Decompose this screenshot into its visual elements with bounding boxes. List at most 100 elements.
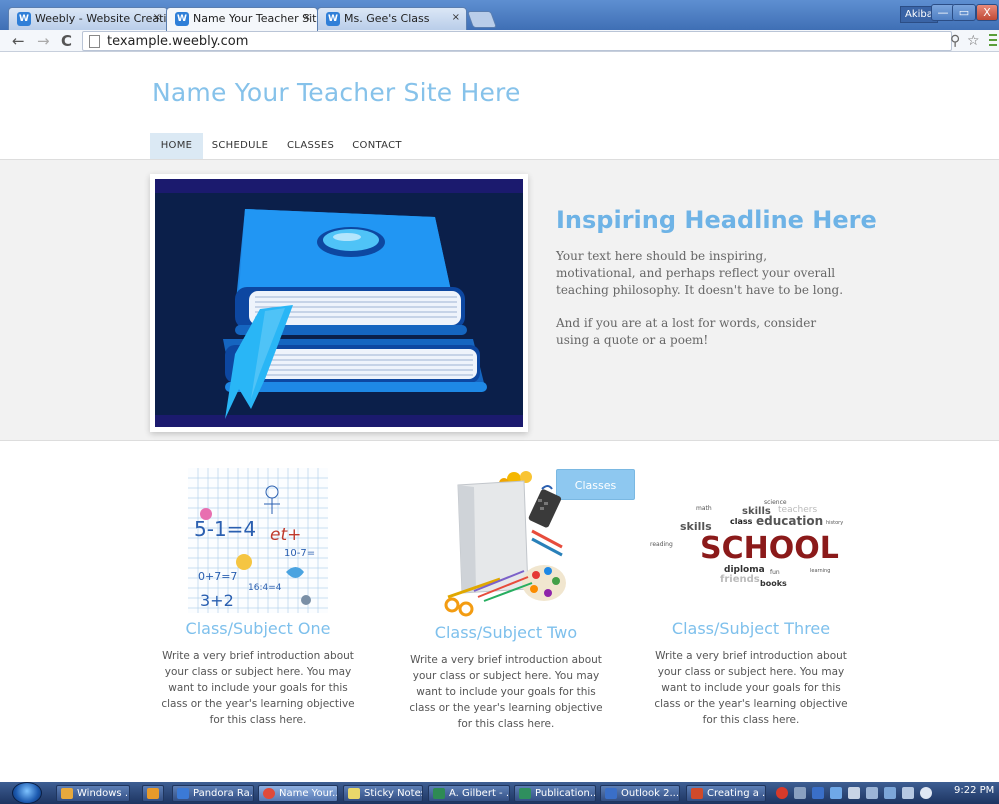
windows-taskbar: Windows ... Pandora Ra... Name Your... S… <box>0 782 999 804</box>
spreadsheet-icon <box>433 788 445 799</box>
outlook-icon <box>605 788 617 799</box>
browser-toolbar: ← → C texample.weebly.com ⚲ ☆ <box>0 30 999 52</box>
class-title[interactable]: Class/Subject One <box>143 619 373 638</box>
word-cloud-word: history <box>826 520 843 526</box>
tab-close-icon[interactable]: × <box>303 12 311 23</box>
math-text: 10-7= <box>284 548 315 559</box>
weebly-icon: W <box>326 12 340 26</box>
start-button[interactable] <box>12 782 42 804</box>
nav-schedule[interactable]: SCHEDULE <box>211 133 269 159</box>
weebly-icon: W <box>17 12 31 26</box>
reload-button[interactable]: C <box>61 32 72 50</box>
taskbar-label: Windows ... <box>77 788 130 799</box>
tab-weebly[interactable]: W Weebly - Website Creatio × <box>8 7 168 30</box>
tray-printer-icon[interactable] <box>866 787 878 799</box>
tab-label: Name Your Teacher Site H <box>193 12 317 25</box>
page-viewport: Name Your Teacher Site Here HOME SCHEDUL… <box>0 53 999 782</box>
ie-icon <box>177 788 189 799</box>
class-column-two: Class/Subject Two Write a very brief int… <box>391 471 621 732</box>
banner-paragraph: And if you are at a lost for words, cons… <box>556 316 817 347</box>
taskbar-clock[interactable]: 9:22 PM <box>954 785 994 796</box>
taskbar-item[interactable]: Creating a ... <box>686 785 766 802</box>
hero-image <box>150 174 528 432</box>
math-text: 3+2 <box>200 591 234 610</box>
tray-sync-icon[interactable] <box>794 787 806 799</box>
tray-alert-icon[interactable] <box>776 787 788 799</box>
word-cloud-main: SCHOOL <box>700 531 839 566</box>
sticky-notes-icon <box>348 788 360 799</box>
math-text: 5-1=4 <box>194 517 256 541</box>
word-cloud-word: reading <box>650 541 673 548</box>
browser-titlebar: W Weebly - Website Creatio × W Name Your… <box>0 0 999 31</box>
word-cloud-word: education <box>756 514 823 528</box>
tab-close-icon[interactable]: × <box>153 12 161 23</box>
folder-icon <box>61 788 73 799</box>
forward-button[interactable]: → <box>37 32 50 50</box>
class-title[interactable]: Class/Subject Two <box>391 623 621 642</box>
banner-paragraph: Your text here should be inspiring, moti… <box>556 249 844 297</box>
math-text: et+ <box>270 525 301 545</box>
tray-monitor-icon[interactable] <box>902 787 914 799</box>
nav-contact[interactable]: CONTACT <box>351 133 403 159</box>
new-tab-button[interactable] <box>466 11 498 28</box>
math-text: 16:4=4 <box>248 583 282 593</box>
powerpoint-icon <box>691 788 703 799</box>
taskbar-item[interactable]: Outlook 2... <box>600 785 680 802</box>
word-cloud-word: books <box>760 579 787 588</box>
taskbar-item[interactable]: Publication... <box>514 785 596 802</box>
word-cloud-word: friends <box>720 574 760 585</box>
maximize-button[interactable]: ▭ <box>952 4 976 21</box>
banner-headline: Inspiring Headline Here <box>556 206 877 234</box>
taskbar-item[interactable] <box>142 785 164 802</box>
chrome-icon <box>263 788 275 799</box>
class-description: Write a very brief introduction about yo… <box>654 650 848 726</box>
class-description: Write a very brief introduction about yo… <box>409 654 603 730</box>
taskbar-label: Sticky Notes <box>364 788 423 799</box>
class-description: Write a very brief introduction about yo… <box>161 650 355 726</box>
taskbar-item[interactable]: A. Gilbert - ... <box>428 785 510 802</box>
taskbar-item[interactable]: Name Your... <box>258 785 338 802</box>
word-cloud-word: fun <box>770 569 780 576</box>
star-icon[interactable]: ☆ <box>967 33 980 49</box>
tab-close-icon[interactable]: × <box>452 12 460 23</box>
tab-teacher-site[interactable]: W Name Your Teacher Site H × <box>166 7 318 31</box>
key-icon[interactable]: ⚲ <box>950 33 960 49</box>
tab-ms-gee[interactable]: W Ms. Gee's Class × <box>317 7 467 30</box>
taskbar-label: A. Gilbert - ... <box>449 788 510 799</box>
nav-home[interactable]: HOME <box>150 133 203 159</box>
nav-classes[interactable]: CLASSES <box>287 133 334 159</box>
taskbar-label: Pandora Ra... <box>193 788 254 799</box>
publisher-icon <box>519 788 531 799</box>
taskbar-item[interactable]: Windows ... <box>56 785 130 802</box>
back-button[interactable]: ← <box>12 32 25 50</box>
word-cloud-word: math <box>696 505 712 512</box>
close-window-button[interactable]: X <box>976 4 998 21</box>
school-word-cloud: math science skills teachers skills clas… <box>646 468 856 613</box>
math-image: 5-1=4 et+ 0+7=7 3+2 16:4=4 10-7= <box>188 468 328 613</box>
math-text: 0+7=7 <box>198 570 237 583</box>
tray-drive-icon[interactable] <box>884 787 896 799</box>
menu-icon[interactable] <box>989 34 997 46</box>
site-title[interactable]: Name Your Teacher Site Here <box>152 78 521 107</box>
tray-outlook-icon[interactable] <box>812 787 824 799</box>
hero-banner: Inspiring Headline Here Your text here s… <box>0 159 999 500</box>
weebly-icon: W <box>175 12 189 26</box>
taskbar-item[interactable]: Pandora Ra... <box>172 785 254 802</box>
class-column-one: 5-1=4 et+ 0+7=7 3+2 16:4=4 10-7= Class/S… <box>143 468 373 728</box>
taskbar-label: Creating a ... <box>707 788 766 799</box>
page-icon <box>89 35 100 48</box>
taskbar-label: Outlook 2... <box>621 788 680 799</box>
address-bar[interactable]: texample.weebly.com <box>82 31 952 51</box>
word-cloud-word: learning <box>810 568 830 574</box>
class-column-three: math science skills teachers skills clas… <box>636 468 866 728</box>
address-text: texample.weebly.com <box>107 34 249 49</box>
volume-icon[interactable] <box>920 787 932 799</box>
book-illustration <box>155 179 523 427</box>
media-player-icon <box>147 788 159 799</box>
tray-close-icon[interactable] <box>848 787 860 799</box>
art-supplies-image <box>444 471 569 617</box>
taskbar-label: Publication... <box>535 788 596 799</box>
tray-network-icon[interactable] <box>830 787 842 799</box>
taskbar-item[interactable]: Sticky Notes <box>343 785 423 802</box>
class-title[interactable]: Class/Subject Three <box>636 619 866 638</box>
